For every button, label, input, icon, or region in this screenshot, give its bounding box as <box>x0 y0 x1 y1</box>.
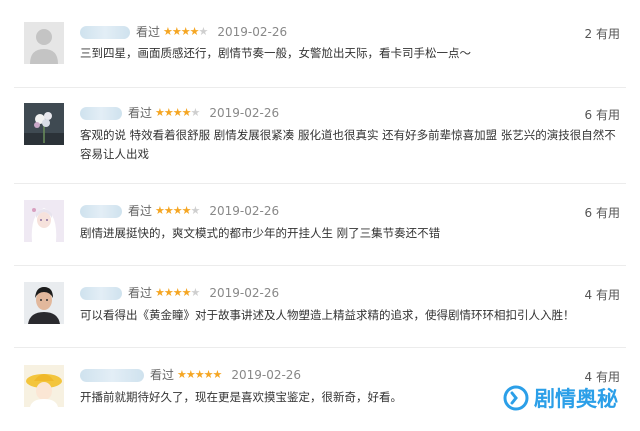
divider <box>14 347 626 348</box>
star-rating: ★★★★★ <box>155 204 200 217</box>
star-rating: ★★★★★ <box>163 25 208 38</box>
review-text: 可以看得出《黄金瞳》对于故事讲述及人物塑造上精益求精的追求，使得剧情环环相扣引人… <box>80 308 575 322</box>
watched-label: 看过 <box>128 204 153 218</box>
star-rating: ★★★★★ <box>177 368 222 381</box>
divider <box>14 183 626 184</box>
watched-label: 看过 <box>128 286 153 300</box>
review-date: 2019-02-26 <box>209 204 280 218</box>
username-blurred[interactable] <box>80 286 122 300</box>
review-date: 2019-02-26 <box>231 368 302 382</box>
useful-count-button[interactable]: 6 有用 <box>585 204 620 221</box>
default-avatar-icon[interactable] <box>24 22 64 64</box>
watermark: 剧情奥秘 <box>503 383 618 413</box>
watched-label: 看过 <box>128 106 153 120</box>
review-meta: 看过 ★★★★★ 2019-02-26 <box>80 204 279 218</box>
divider <box>14 87 626 88</box>
yellow-hat-avatar-icon[interactable] <box>24 365 64 407</box>
watermark-text: 剧情奥秘 <box>534 387 618 411</box>
divider <box>14 265 626 266</box>
review-text: 剧情进展挺快的，爽文模式的都市少年的开挂人生 刚了三集节奏还不错 <box>80 226 441 240</box>
review-date: 2019-02-26 <box>217 25 288 39</box>
useful-count-button[interactable]: 4 有用 <box>585 286 620 303</box>
star-rating: ★★★★★ <box>155 286 200 299</box>
username-blurred[interactable] <box>80 25 130 39</box>
review-meta: 看过 ★★★★★ 2019-02-26 <box>80 368 301 382</box>
anime-girl-avatar-icon[interactable] <box>24 200 64 242</box>
username-blurred[interactable] <box>80 106 122 120</box>
flower-avatar-icon[interactable] <box>24 103 64 145</box>
username-blurred[interactable] <box>80 204 122 218</box>
review-meta: 看过 ★★★★★ 2019-02-26 <box>80 106 279 120</box>
review-text: 三到四星，画面质感还行，剧情节奏一般，女警尬出天际，看卡司手松一点～ <box>80 46 471 60</box>
review-meta: 看过 ★★★★★ 2019-02-26 <box>80 25 287 39</box>
review-date: 2019-02-26 <box>209 106 280 120</box>
useful-count-button[interactable]: 2 有用 <box>585 25 620 42</box>
review-date: 2019-02-26 <box>209 286 280 300</box>
watermark-logo-icon <box>503 385 529 411</box>
man-portrait-avatar-icon[interactable] <box>24 282 64 324</box>
watched-label: 看过 <box>150 368 175 382</box>
username-blurred[interactable] <box>80 368 144 382</box>
star-rating: ★★★★★ <box>155 106 200 119</box>
watched-label: 看过 <box>136 25 161 39</box>
review-meta: 看过 ★★★★★ 2019-02-26 <box>80 286 279 300</box>
useful-count-button[interactable]: 6 有用 <box>585 106 620 123</box>
review-text: 客观的说 特效看着很舒服 剧情发展很紧凑 服化道也很真实 还有好多前辈惊喜加盟 … <box>80 128 616 161</box>
